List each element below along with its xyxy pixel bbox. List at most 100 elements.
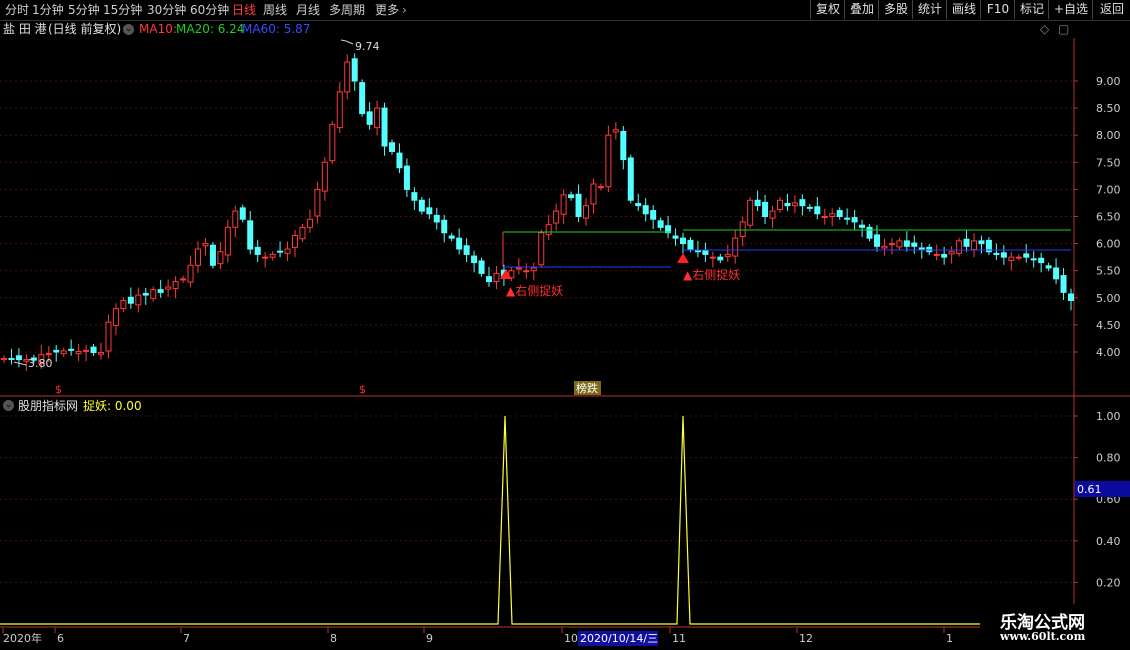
candle-body bbox=[956, 240, 963, 254]
signal-label-1: ▲右侧捉妖 bbox=[506, 283, 563, 298]
candle-body bbox=[418, 199, 425, 212]
candle-body bbox=[1008, 256, 1015, 261]
candle-body bbox=[269, 253, 276, 258]
candle-body bbox=[918, 247, 925, 250]
candle-body bbox=[180, 278, 187, 281]
candle-body bbox=[694, 250, 701, 253]
y-tick-label: 0.20 bbox=[1096, 576, 1121, 589]
x-tick-label: 1 bbox=[946, 632, 953, 645]
candle-body bbox=[83, 349, 90, 352]
signal-label-2: ▲右侧捉妖 bbox=[683, 267, 740, 282]
candle-body bbox=[135, 294, 142, 306]
y-tick-label: 9.00 bbox=[1096, 75, 1121, 88]
candle-body bbox=[844, 217, 851, 220]
candle-body bbox=[262, 256, 269, 259]
candle-body bbox=[784, 202, 791, 207]
x-axis-labels: 2020年 6 7 8 9 10 11 12 1 bbox=[2, 627, 953, 645]
candle-body bbox=[583, 205, 589, 219]
y-tick-label: 6.00 bbox=[1096, 238, 1121, 251]
x-tick-label: 11 bbox=[672, 632, 686, 645]
candle-body bbox=[471, 255, 478, 264]
candle-body bbox=[68, 348, 75, 351]
candles-layer bbox=[1, 53, 1074, 371]
sub-grid bbox=[0, 415, 1074, 583]
candle-body bbox=[75, 350, 82, 355]
candle-body bbox=[150, 289, 157, 299]
candle-body bbox=[344, 61, 351, 93]
candle-body bbox=[314, 188, 321, 217]
candle-body bbox=[702, 249, 709, 255]
indicator-name[interactable]: 股朋指标网 bbox=[18, 398, 78, 414]
candle-body bbox=[277, 250, 284, 253]
candle-body bbox=[142, 292, 149, 296]
x-tick-label: 8 bbox=[330, 632, 337, 645]
candle-body bbox=[888, 243, 895, 246]
candle-body bbox=[396, 152, 403, 169]
candle-body bbox=[672, 235, 679, 239]
sub-y-axis-ticks: 0.200.400.600.801.00 bbox=[1074, 410, 1121, 589]
candle-body bbox=[8, 358, 15, 361]
cursor-date: 2020/10/14/三 bbox=[580, 632, 658, 645]
candle-body bbox=[836, 210, 843, 217]
y-tick-label: 7.00 bbox=[1096, 183, 1121, 196]
candle-body bbox=[478, 260, 485, 274]
candle-body bbox=[157, 289, 164, 293]
candle-body bbox=[978, 240, 985, 245]
candle-body bbox=[60, 350, 67, 355]
candle-body bbox=[284, 248, 291, 254]
candle-body bbox=[642, 205, 649, 215]
candle-body bbox=[45, 353, 52, 356]
candle-body bbox=[209, 244, 216, 266]
candle-body bbox=[747, 199, 754, 226]
candle-body bbox=[575, 193, 582, 217]
candle-body bbox=[165, 286, 172, 290]
expand-icon[interactable]: ⌄ bbox=[3, 400, 14, 411]
candle-body bbox=[448, 235, 455, 239]
candle-body bbox=[717, 256, 724, 261]
candle-body bbox=[127, 296, 134, 304]
x-tick-label: 10 bbox=[564, 632, 578, 645]
watermark-url: www.60lt.com bbox=[1000, 630, 1086, 643]
cursor-value: 0.61 bbox=[1077, 483, 1102, 496]
candle-body bbox=[739, 221, 746, 238]
candle-body bbox=[202, 243, 209, 247]
y-tick-label: 5.50 bbox=[1096, 265, 1121, 278]
candle-body bbox=[597, 186, 604, 189]
kline-chart[interactable]: 4.00 4.50 5.00 5.50 6.00 6.50 7.00 7.50 8.00 8.50… bbox=[0, 0, 1130, 650]
candle-body bbox=[859, 224, 866, 228]
y-tick-label: 1.00 bbox=[1096, 410, 1121, 423]
candle-body bbox=[881, 245, 888, 249]
indicator-line-layer bbox=[0, 415, 980, 625]
candle-body bbox=[650, 210, 657, 220]
y-tick-label: 5.00 bbox=[1096, 292, 1121, 305]
candle-body bbox=[724, 253, 731, 258]
leaderboard-badge[interactable]: 榜跌 bbox=[576, 381, 598, 395]
candle-body bbox=[538, 232, 545, 266]
candle-body bbox=[1015, 256, 1022, 259]
indicator-value-label: 捉妖: 0.00 bbox=[83, 399, 142, 413]
candle-body bbox=[292, 234, 298, 248]
candle-body bbox=[247, 220, 254, 250]
candle-body bbox=[172, 281, 179, 290]
buy-signal-icon bbox=[677, 253, 689, 263]
candle-body bbox=[486, 276, 492, 283]
candle-body bbox=[963, 238, 970, 247]
event-marker[interactable]: $ bbox=[359, 383, 366, 396]
candle-body bbox=[993, 252, 1000, 255]
candle-body bbox=[523, 270, 530, 273]
candle-body bbox=[426, 207, 433, 215]
event-marker[interactable]: $ bbox=[55, 383, 62, 396]
candle-body bbox=[120, 300, 127, 310]
x-tick-label: 7 bbox=[183, 632, 190, 645]
low-pointer-icon bbox=[13, 361, 27, 366]
candle-body bbox=[187, 264, 194, 283]
y-tick-label: 4.00 bbox=[1096, 346, 1121, 359]
candle-body bbox=[441, 219, 448, 234]
candle-body bbox=[366, 111, 373, 125]
support-lines bbox=[502, 229, 1071, 268]
candle-body bbox=[1, 358, 7, 361]
candle-body bbox=[389, 142, 395, 152]
indicator-line bbox=[0, 415, 980, 625]
candle-body bbox=[545, 224, 552, 235]
candle-body bbox=[620, 130, 627, 161]
